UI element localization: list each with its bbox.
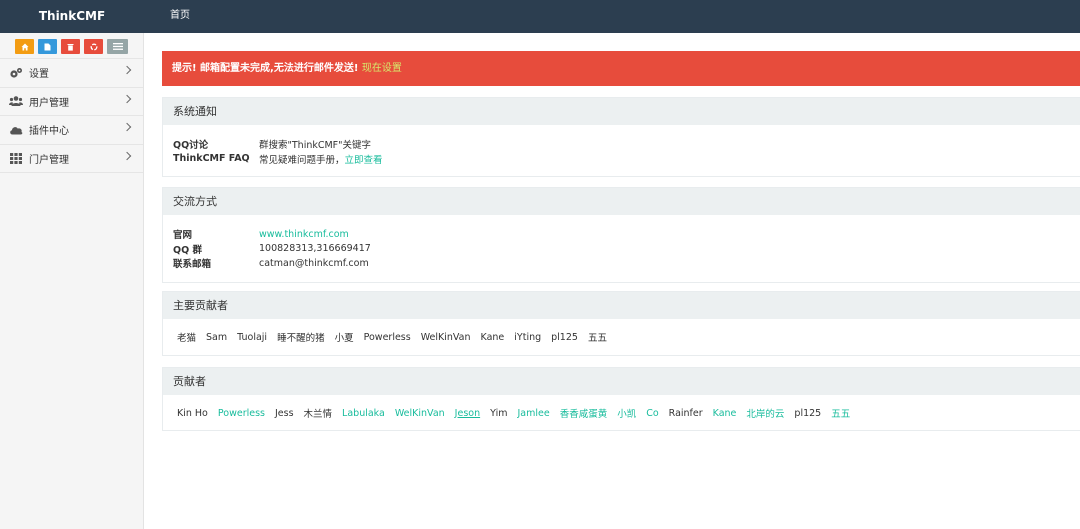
info-row: 官网 www.thinkcmf.com bbox=[173, 227, 1070, 242]
contributor-name: 木兰情 bbox=[303, 409, 333, 420]
contributor-name: Kin Ho bbox=[177, 407, 208, 419]
info-value: 群搜索"ThinkCMF"关键字 bbox=[259, 140, 372, 152]
contributor-name: Yim bbox=[490, 407, 508, 419]
contributor-name: 小夏 bbox=[334, 333, 354, 344]
grid-icon bbox=[9, 152, 23, 164]
contributor-link[interactable]: Jeson bbox=[455, 408, 480, 419]
info-value: catman@thinkcmf.com bbox=[259, 257, 369, 269]
contributor-name: 老猫 bbox=[177, 333, 197, 344]
file-icon[interactable] bbox=[38, 39, 57, 54]
top-navbar: ThinkCMF 首页 bbox=[0, 0, 1080, 33]
info-row: QQ 群 100828313,316669417 bbox=[173, 242, 1070, 257]
panel-title: 贡献者 bbox=[163, 368, 1080, 395]
contributor-link[interactable]: 香香咸蛋黄 bbox=[560, 406, 608, 420]
contributor-name: 五五 bbox=[587, 333, 607, 344]
info-row: QQ讨论 群搜索"ThinkCMF"关键字 bbox=[173, 137, 1070, 152]
email-config-alert: 提示! 邮箱配置未完成,无法进行邮件发送! 现在设置 bbox=[162, 51, 1080, 86]
brand-logo[interactable]: ThinkCMF bbox=[0, 0, 144, 33]
contributor-link[interactable]: Powerless bbox=[218, 408, 265, 419]
contributor-name: WelKinVan bbox=[420, 331, 471, 343]
info-row: ThinkCMF FAQ 常见疑难问题手册， 立即查看 bbox=[173, 152, 1070, 167]
main-contributors-panel: 主要贡献者 老猫 Sam Tuolaji 睡不醒的猪 小夏 Powerless WelKin… bbox=[162, 291, 1080, 356]
info-row: 联系邮箱 catman@thinkcmf.com bbox=[173, 256, 1070, 271]
contributor-link[interactable]: Labulaka bbox=[342, 408, 385, 419]
contributor-name: Sam bbox=[206, 331, 228, 343]
info-key: 官网 bbox=[173, 230, 193, 242]
system-notice-panel: 系统通知 QQ讨论 群搜索"ThinkCMF"关键字 ThinkCMF FAQ … bbox=[162, 97, 1080, 177]
contributor-name: Rainfer bbox=[668, 407, 703, 419]
contributor-link[interactable]: 小凯 bbox=[617, 406, 636, 420]
chevron-right-icon bbox=[122, 65, 132, 75]
sidebar-item-portal[interactable]: 门户管理 bbox=[0, 145, 143, 173]
chevron-right-icon bbox=[122, 151, 132, 160]
contributor-link[interactable]: Kane bbox=[713, 408, 737, 419]
contributors-list: Kin Ho Powerless Jess 木兰情 Labulaka WelKinVan J… bbox=[163, 395, 1080, 431]
website-link[interactable]: www.thinkcmf.com bbox=[259, 229, 349, 240]
setup-now-link[interactable]: 现在设置 bbox=[362, 63, 402, 74]
main-contributors-list: 老猫 Sam Tuolaji 睡不醒的猪 小夏 Powerless WelKinVan Kan… bbox=[163, 319, 1080, 355]
contributor-name: Powerless bbox=[363, 331, 411, 343]
contributor-name: iYting bbox=[514, 331, 542, 343]
sidebar-item-label: 插件中心 bbox=[29, 126, 69, 138]
info-key: QQ讨论 bbox=[173, 140, 209, 152]
sidebar-item-label: 设置 bbox=[29, 69, 49, 81]
view-faq-link[interactable]: 立即查看 bbox=[345, 152, 383, 166]
sidebar-item-plugins[interactable]: 插件中心 bbox=[0, 116, 143, 145]
recycle-icon[interactable] bbox=[84, 39, 103, 54]
contributors-panel: 贡献者 Kin Ho Powerless Jess 木兰情 Labulaka WelKin… bbox=[162, 367, 1080, 431]
alert-text: 提示! 邮箱配置未完成,无法进行邮件发送! bbox=[172, 63, 359, 74]
sidebar: 设置 用户管理 插件中心 门户管理 bbox=[0, 33, 144, 529]
info-value: 100828313,316669417 bbox=[259, 243, 371, 255]
panel-title: 主要贡献者 bbox=[163, 292, 1080, 319]
info-key: ThinkCMF FAQ bbox=[173, 153, 250, 165]
contributor-link[interactable]: 五五 bbox=[831, 406, 850, 420]
home-icon[interactable] bbox=[15, 39, 34, 54]
chevron-right-icon bbox=[122, 94, 132, 103]
contributor-link[interactable]: WelKinVan bbox=[395, 408, 445, 419]
sidebar-item-settings[interactable]: 设置 bbox=[0, 59, 143, 88]
sidebar-item-users[interactable]: 用户管理 bbox=[0, 88, 143, 116]
users-icon bbox=[9, 95, 23, 107]
contributor-name: Jess bbox=[274, 407, 294, 419]
contributor-name: Tuolaji bbox=[237, 331, 268, 343]
sidebar-item-label: 用户管理 bbox=[29, 97, 69, 109]
contributor-name: pl125 bbox=[551, 331, 578, 343]
contributor-name: Kane bbox=[480, 331, 505, 343]
sidebar-item-label: 门户管理 bbox=[29, 154, 69, 166]
cloud-icon bbox=[9, 124, 23, 136]
info-key: QQ 群 bbox=[173, 244, 202, 256]
shortcut-bar bbox=[0, 33, 143, 59]
panel-title: 系统通知 bbox=[163, 98, 1080, 125]
contributor-name: pl125 bbox=[794, 407, 822, 419]
contributor-link[interactable]: Jamlee bbox=[517, 408, 549, 419]
nav-home-link[interactable]: 首页 bbox=[170, 0, 190, 32]
trash-icon[interactable] bbox=[61, 39, 80, 54]
panel-title: 交流方式 bbox=[163, 188, 1080, 215]
contact-panel: 交流方式 官网 www.thinkcmf.com QQ 群 100828313,… bbox=[162, 187, 1080, 283]
info-value: 常见疑难问题手册， bbox=[259, 154, 345, 166]
gears-icon bbox=[9, 67, 23, 79]
info-key: 联系邮箱 bbox=[173, 259, 212, 271]
chevron-right-icon bbox=[122, 122, 132, 132]
contributor-link[interactable]: 北岸的云 bbox=[746, 406, 784, 420]
list-icon[interactable] bbox=[107, 39, 128, 54]
contributor-link[interactable]: Co bbox=[646, 408, 658, 419]
contributor-name: 睡不醒的猪 bbox=[277, 333, 325, 344]
